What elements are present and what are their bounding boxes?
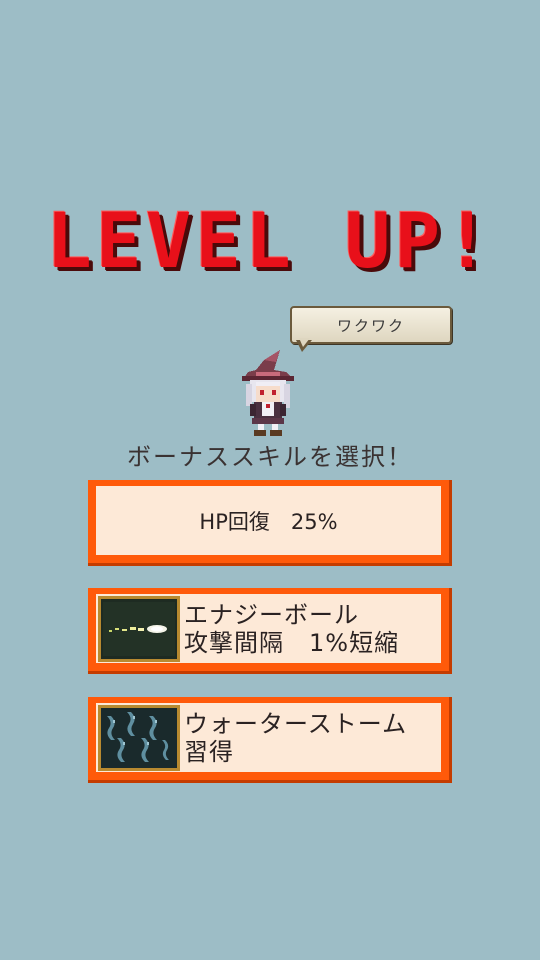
skill-choice-energy-ball[interactable]: エナジーボール 攻撃間隔 1%短縮 xyxy=(88,588,452,674)
speech-bubble: ワクワク xyxy=(290,306,452,344)
skill-choice-hp-recovery[interactable]: HP回復 25% xyxy=(88,480,452,566)
skill-effect: 攻撃間隔 1%短縮 xyxy=(184,628,400,657)
skill-choice-water-storm[interactable]: ウォーターストーム 習得 xyxy=(88,697,452,783)
skill-choice-text: ウォーターストーム 習得 xyxy=(184,710,407,766)
level-up-title: LEVEL UP! xyxy=(46,196,494,285)
energy-ball-icon xyxy=(98,595,180,662)
skill-effect: 習得 xyxy=(184,737,234,766)
skill-choice-label: HP回復 25% xyxy=(199,509,338,534)
speech-bubble-text: ワクワク xyxy=(336,316,405,335)
bonus-skill-prompt: ボーナススキルを選択！ xyxy=(127,443,413,471)
water-storm-icon-graphic xyxy=(101,707,177,768)
water-storm-icon xyxy=(98,704,180,771)
energy-ball-icon-graphic xyxy=(101,598,177,659)
skill-choice-text: エナジーボール 攻撃間隔 1%短縮 xyxy=(184,601,399,657)
witch-character-sprite xyxy=(242,350,294,436)
speech-bubble-tail-inner xyxy=(299,338,310,347)
skill-choice-panel: ウォーターストーム 習得 xyxy=(96,703,441,772)
level-up-screen: LEVEL UP! ワクワク ボーナススキルを選択！ HP回復 25% エナジー… xyxy=(0,0,540,960)
skill-name: ウォーターストーム xyxy=(184,709,408,738)
skill-name: エナジーボール xyxy=(184,600,359,629)
skill-choice-panel: エナジーボール 攻撃間隔 1%短縮 xyxy=(96,594,441,663)
skill-choice-panel: HP回復 25% xyxy=(96,486,441,555)
